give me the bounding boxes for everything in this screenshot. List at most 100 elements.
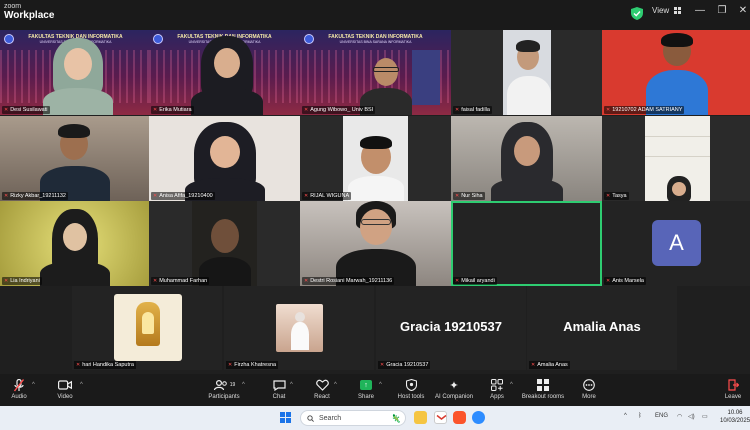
participant-name-label: ✕ Erika Mutiara xyxy=(151,106,194,114)
audio-button[interactable]: Audio xyxy=(8,377,30,400)
language-indicator[interactable]: ENG xyxy=(655,413,668,419)
more-button[interactable]: More xyxy=(578,377,600,400)
video-tile-erika[interactable]: FAKULTAS TEKNIK DAN INFORMATIKA UNIVERSI… xyxy=(149,30,300,115)
host-tools-button[interactable]: Host tools xyxy=(396,377,426,400)
video-tile-faisal[interactable]: ✕ faisal fadilla xyxy=(451,30,602,115)
file-explorer-icon[interactable] xyxy=(414,411,427,424)
video-tile-lia[interactable]: ✕ Lia Indriyani xyxy=(0,201,151,286)
windows-start-icon[interactable] xyxy=(280,412,291,423)
muted-mic-icon: ✕ xyxy=(153,107,158,113)
muted-mic-icon: ✕ xyxy=(606,107,611,113)
video-tile-anis[interactable]: A ✕ Anis Marsela xyxy=(602,201,750,286)
participant-name-label: ✕ Muhammad Farhan xyxy=(151,277,210,285)
muted-mic-icon: ✕ xyxy=(304,278,309,284)
video-tile-rizky[interactable]: ✕ Rizky Akbar_19211132 xyxy=(0,116,151,201)
muted-mic-icon: ✕ xyxy=(4,278,9,284)
brave-browser-icon[interactable] xyxy=(453,411,466,424)
lantern-window xyxy=(142,312,154,334)
tray-overflow-chevron-icon[interactable]: ^ xyxy=(624,413,627,419)
gmail-icon[interactable] xyxy=(434,411,447,424)
search-placeholder: Search xyxy=(319,414,342,422)
muted-mic-icon: ✕ xyxy=(606,193,611,199)
video-tile-nursiha[interactable]: ✕ Nur Siha xyxy=(451,116,602,201)
view-label: View xyxy=(652,6,670,15)
participant-name-label: ✕ hari Handika Saputra xyxy=(74,361,136,369)
video-tile-firzha[interactable]: ✕ Firzha Khatresna xyxy=(224,286,374,370)
video-options-chevron-icon[interactable]: ^ xyxy=(80,382,83,388)
chat-bubble-icon xyxy=(268,377,290,393)
video-tile-farhan[interactable]: ✕ Muhammad Farhan xyxy=(149,201,300,286)
video-tile-amalia[interactable]: Amalia Anas ✕ Amalia Anas xyxy=(527,286,677,370)
volume-icon[interactable]: ◁) xyxy=(688,413,695,420)
meeting-toolbar: Audio ^ Video ^ 19 Participants ^ Chat ^… xyxy=(0,374,750,406)
leave-button[interactable]: Leave xyxy=(722,377,744,400)
participant-name-label: ✕ 19210702 ADAM SATRIANY xyxy=(604,106,685,114)
chat-options-chevron-icon[interactable]: ^ xyxy=(290,382,293,388)
zoom-app-icon[interactable] xyxy=(472,411,485,424)
banner-subtitle: UNIVERSITAS BINA SARANA INFORMATIKA xyxy=(339,40,412,44)
muted-mic-icon: ✕ xyxy=(4,107,9,113)
muted-mic-icon: ✕ xyxy=(455,107,460,113)
apps-options-chevron-icon[interactable]: ^ xyxy=(510,382,513,388)
security-shield-icon[interactable] xyxy=(631,7,643,20)
taskbar-clock[interactable]: 10.06 10/03/2025 xyxy=(720,409,750,425)
video-tile-hari[interactable]: ✕ hari Handika Saputra xyxy=(72,286,222,370)
ai-sparkle-icon: ✦ xyxy=(449,379,459,392)
search-icon xyxy=(307,414,314,422)
react-options-chevron-icon[interactable]: ^ xyxy=(334,382,337,388)
participant-body xyxy=(291,322,309,350)
video-tile-destri[interactable]: ✕ Destri Rosiani Marwah_19211136 xyxy=(300,201,451,286)
video-button[interactable]: Video xyxy=(54,377,76,400)
brand-small: zoom xyxy=(4,3,22,10)
video-tile-gracia[interactable]: Gracia 19210537 ✕ Gracia 19210537 xyxy=(376,286,526,370)
chat-button[interactable]: Chat xyxy=(268,377,290,400)
view-button[interactable]: View xyxy=(652,6,682,15)
participant-body xyxy=(43,88,113,115)
windows-taskbar: Search 🦎 ^ ᛒ ENG ◠ ◁) ▭ 10.06 10/03/2025 xyxy=(0,406,750,430)
title-bar: zoom Workplace View — ❐ ✕ xyxy=(0,0,750,30)
participant-display-name: Gracia 19210537 xyxy=(400,319,502,334)
wall-stripe xyxy=(645,156,710,157)
breakout-rooms-button[interactable]: Breakout rooms xyxy=(520,377,566,400)
taskbar-search-box[interactable]: Search 🦎 xyxy=(300,410,406,426)
share-options-chevron-icon[interactable]: ^ xyxy=(379,382,382,388)
ai-companion-button[interactable]: ✦ AI Companion xyxy=(433,377,475,401)
video-tile-anisa[interactable]: ✕ Anisa Afifa_19210400 xyxy=(149,116,300,201)
audio-options-chevron-icon[interactable]: ^ xyxy=(32,382,35,388)
more-dots-icon xyxy=(578,377,600,393)
participant-display-name: Amalia Anas xyxy=(563,319,641,334)
video-tile-mikail-active-speaker[interactable]: ✕ Mikail aryandi xyxy=(451,201,602,286)
muted-mic-icon: ✕ xyxy=(4,193,9,199)
video-tile-rijal[interactable]: ✕ RIJAL WIGUNA xyxy=(300,116,451,201)
bluetooth-icon[interactable]: ᛒ xyxy=(638,413,642,419)
participants-icon: 19 xyxy=(206,377,242,393)
wifi-icon[interactable]: ◠ xyxy=(677,413,682,420)
react-button[interactable]: React xyxy=(311,377,333,400)
participant-hair xyxy=(516,40,540,52)
video-camera-icon xyxy=(54,377,76,393)
participant-face xyxy=(211,219,239,253)
heart-react-icon xyxy=(311,377,333,393)
participant-body xyxy=(40,261,110,286)
participants-button[interactable]: 19 Participants xyxy=(206,377,242,400)
participant-face xyxy=(295,312,305,322)
participant-face xyxy=(63,223,87,251)
video-tile-tasya[interactable]: ✕ Tasya xyxy=(602,116,750,201)
participant-face xyxy=(210,136,240,168)
participant-name-label: ✕ Lia Indriyani xyxy=(2,277,42,285)
share-button[interactable]: ↑ Share xyxy=(355,377,377,400)
battery-icon[interactable]: ▭ xyxy=(702,413,708,420)
restore-button[interactable]: ❐ xyxy=(714,5,730,16)
glasses-icon xyxy=(361,219,391,225)
video-tile-agung[interactable]: FAKULTAS TEKNIK DAN INFORMATIKA UNIVERSI… xyxy=(300,30,451,115)
participant-face xyxy=(214,48,240,78)
participant-name-label: ✕ Agung Wibowo_ Univ BSI xyxy=(302,106,376,114)
video-tile-desi[interactable]: FAKULTAS TEKNIK DAN INFORMATIKA UNIVERSI… xyxy=(0,30,151,115)
participant-body xyxy=(491,178,563,201)
minimize-button[interactable]: — xyxy=(692,5,708,16)
participant-name-label: ✕ Anis Marsela xyxy=(604,277,646,285)
video-tile-adam[interactable]: ✕ 19210702 ADAM SATRIANY xyxy=(602,30,750,115)
participants-options-chevron-icon[interactable]: ^ xyxy=(242,382,245,388)
apps-button[interactable]: Apps xyxy=(486,377,508,400)
close-window-button[interactable]: ✕ xyxy=(735,5,750,16)
